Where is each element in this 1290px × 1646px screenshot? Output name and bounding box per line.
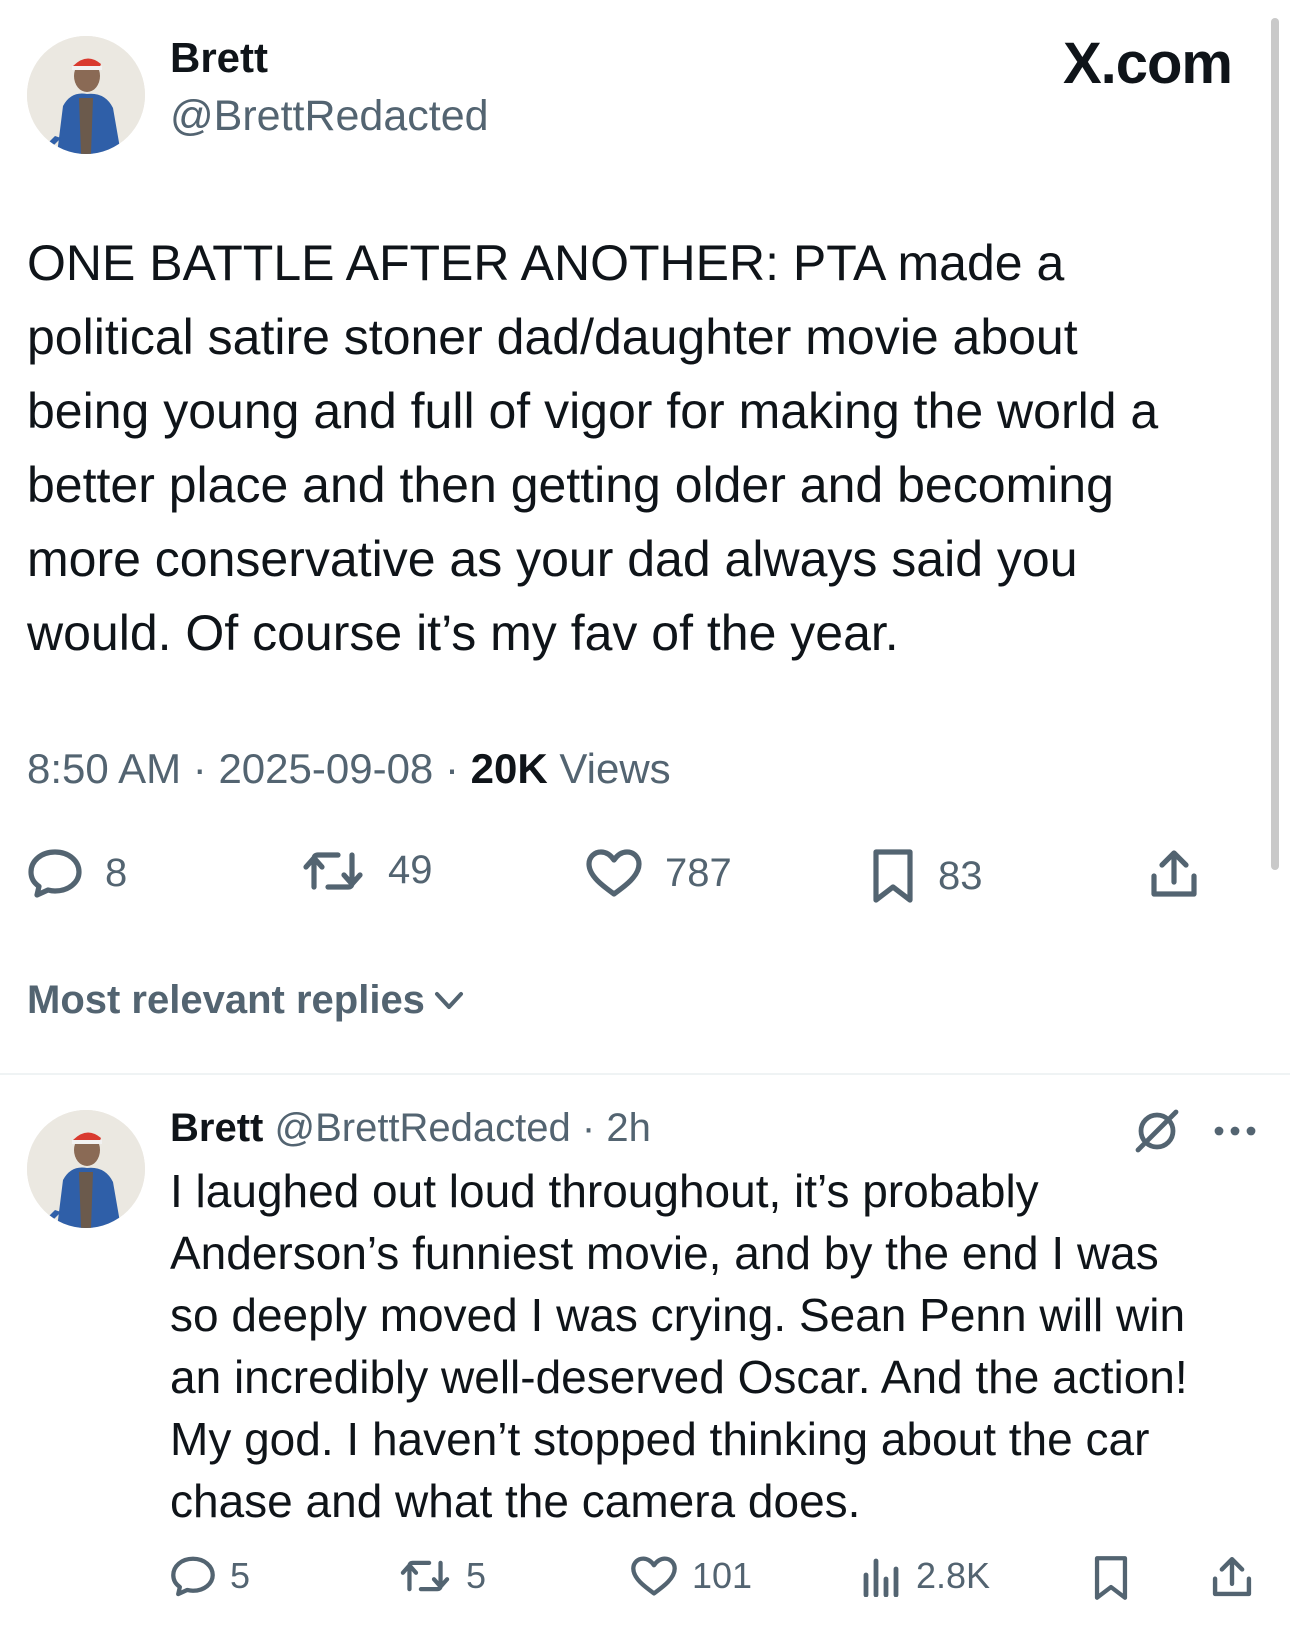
share-icon bbox=[1151, 850, 1197, 897]
reply-icon bbox=[28, 849, 82, 898]
bookmark-button[interactable]: 83 bbox=[870, 848, 983, 904]
reply-text-line: so deeply moved I was crying. Sean Penn … bbox=[170, 1289, 1186, 1341]
like-icon bbox=[631, 1556, 677, 1596]
reply-author-handle[interactable]: @BrettRedacted bbox=[274, 1106, 570, 1150]
reply-like-count: 101 bbox=[692, 1555, 753, 1596]
tweet-time[interactable]: 8:50 AM bbox=[27, 745, 181, 792]
reply-repost-button[interactable]: 5 bbox=[398, 1555, 486, 1597]
reply-author-avatar[interactable] bbox=[27, 1110, 145, 1228]
tweet-text-line: better place and then getting older and … bbox=[27, 457, 1114, 513]
reply-button[interactable]: 8 bbox=[27, 848, 127, 898]
reply-text-line: I laughed out loud throughout, it’s prob… bbox=[170, 1165, 1039, 1217]
like-button[interactable]: 787 bbox=[585, 848, 732, 898]
chevron-down-icon bbox=[434, 991, 463, 1009]
meta-separator: · bbox=[192, 745, 207, 792]
meta-separator: · bbox=[444, 745, 459, 792]
views-icon bbox=[863, 1558, 899, 1597]
reply-views-count: 2.8K bbox=[916, 1555, 991, 1596]
bookmark-count: 83 bbox=[938, 853, 983, 898]
reply-age[interactable]: 2h bbox=[606, 1106, 651, 1150]
bookmark-icon bbox=[873, 849, 913, 903]
views-count: 20K bbox=[470, 745, 548, 792]
reply-header: Brett @BrettRedacted · 2h bbox=[170, 1106, 651, 1151]
reply-text-line: Anderson’s funniest movie, and by the en… bbox=[170, 1227, 1159, 1279]
tweet-text: ONE BATTLE AFTER ANOTHER: PTA made a pol… bbox=[27, 226, 1277, 670]
reply-text: I laughed out loud throughout, it’s prob… bbox=[170, 1160, 1280, 1532]
section-divider bbox=[0, 1073, 1290, 1075]
reply-icon bbox=[171, 1556, 215, 1597]
avatar-image bbox=[27, 36, 145, 154]
reply-text-line: chase and what the camera does. bbox=[170, 1475, 861, 1527]
author-name[interactable]: Brett bbox=[170, 34, 268, 82]
tweet-date[interactable]: 2025-09-08 bbox=[218, 745, 433, 792]
like-count: 787 bbox=[665, 850, 732, 895]
replies-sort-dropdown[interactable]: Most relevant replies bbox=[27, 978, 465, 1023]
repost-count: 49 bbox=[388, 848, 433, 892]
tweet-text-line: ONE BATTLE AFTER ANOTHER: PTA made a bbox=[27, 235, 1065, 291]
views-label: Views bbox=[559, 745, 671, 792]
reply-like-button[interactable]: 101 bbox=[630, 1555, 752, 1597]
share-icon bbox=[1212, 1557, 1252, 1597]
tweet-text-line: being young and full of vigor for making… bbox=[27, 383, 1159, 439]
reply-bookmark-button[interactable] bbox=[1092, 1555, 1130, 1601]
brand-watermark: X.com bbox=[1062, 31, 1233, 96]
tweet-text-line: would. Of course it’s my fav of the year… bbox=[27, 605, 899, 661]
reply-count: 8 bbox=[105, 850, 128, 895]
reply-reply-count: 5 bbox=[230, 1555, 251, 1596]
reply-reply-button[interactable]: 5 bbox=[170, 1555, 250, 1597]
more-icon[interactable] bbox=[1212, 1121, 1258, 1141]
like-icon bbox=[586, 849, 642, 897]
reply-text-line: My god. I haven’t stopped thinking about… bbox=[170, 1413, 1150, 1465]
repost-icon bbox=[400, 1560, 450, 1592]
reply-author-name[interactable]: Brett bbox=[170, 1106, 263, 1150]
author-handle[interactable]: @BrettRedacted bbox=[170, 92, 489, 141]
avatar-image bbox=[27, 1110, 145, 1228]
tweet-text-line: more conservative as your dad always sai… bbox=[27, 531, 1078, 587]
reply-header-icons bbox=[1132, 1106, 1258, 1156]
grok-icon[interactable] bbox=[1132, 1106, 1182, 1156]
reply-text-line: an incredibly well-deserved Oscar. And t… bbox=[170, 1351, 1188, 1403]
reply-views-button[interactable]: 2.8K bbox=[862, 1555, 990, 1597]
reply-share-button[interactable] bbox=[1210, 1555, 1254, 1599]
repost-button[interactable]: 49 bbox=[300, 848, 433, 893]
reply-repost-count: 5 bbox=[466, 1555, 487, 1596]
bookmark-icon bbox=[1094, 1556, 1128, 1600]
repost-icon bbox=[303, 851, 363, 890]
author-avatar[interactable] bbox=[27, 36, 145, 154]
tweet-meta: 8:50 AM · 2025-09-08 · 20K Views bbox=[27, 745, 671, 793]
tweet-text-line: political satire stoner dad/daughter mov… bbox=[27, 309, 1078, 365]
sort-label: Most relevant replies bbox=[27, 978, 425, 1022]
meta-separator: · bbox=[581, 1106, 596, 1150]
share-button[interactable] bbox=[1148, 848, 1200, 900]
